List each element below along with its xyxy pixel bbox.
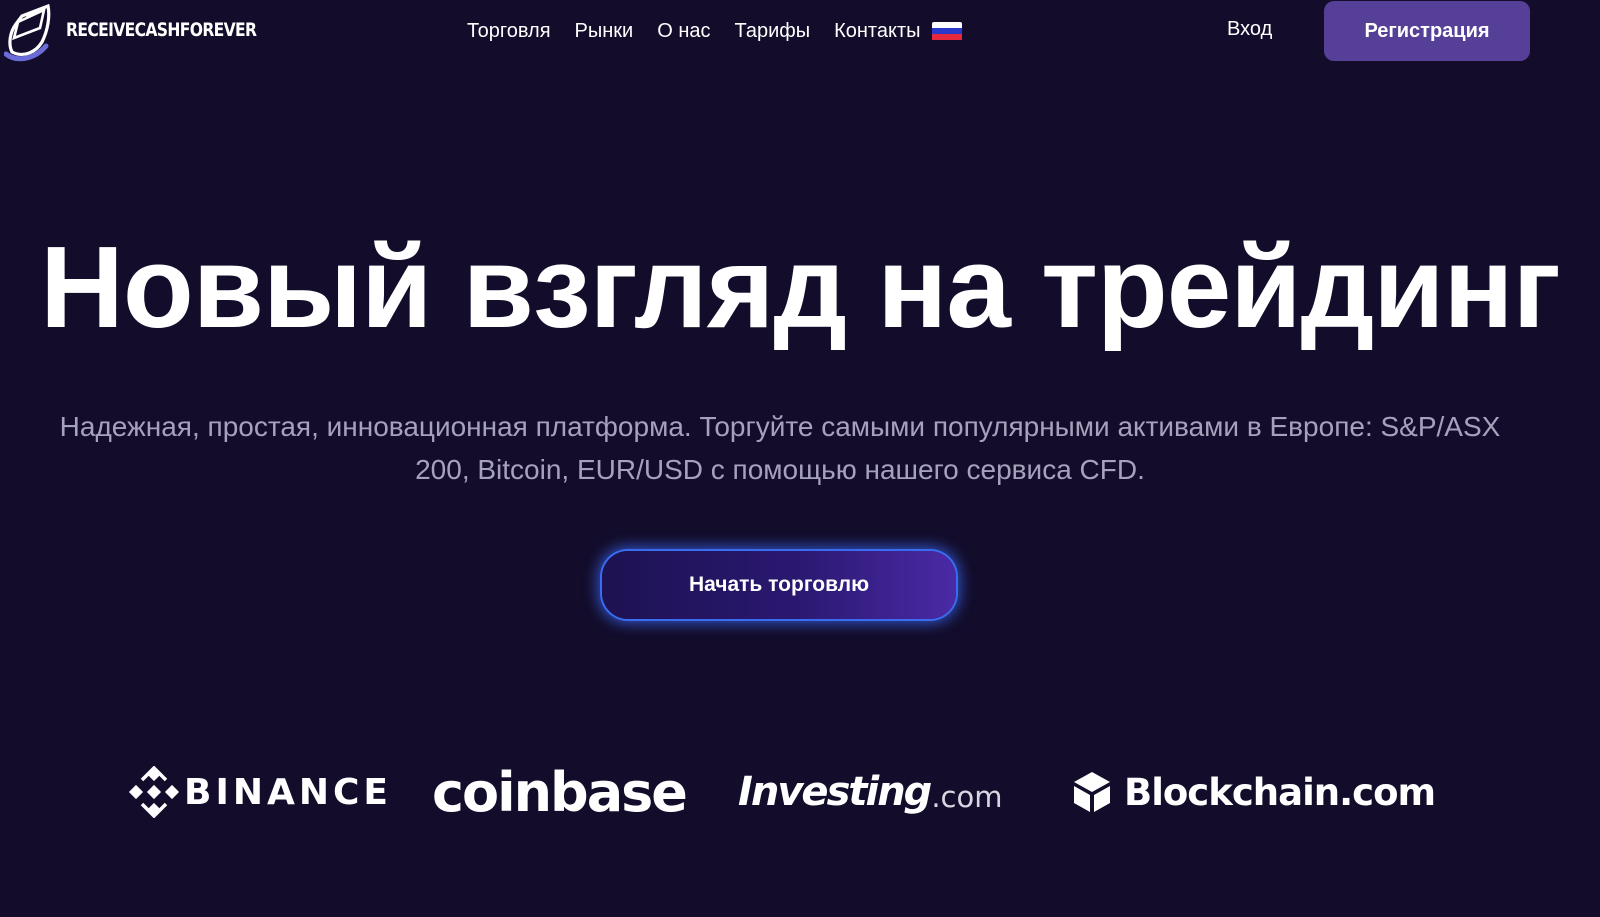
blockchain-cube-icon [1074,772,1110,812]
coinbase-wordmark: coinbase [432,760,688,824]
site-header: RECEIVECASHFOREVER Торговля Рынки О нас … [0,0,1600,64]
nav-item-about[interactable]: О нас [657,20,710,43]
nav-item-contacts[interactable]: Контакты [834,20,920,43]
nav-item-trading[interactable]: Торговля [467,20,551,43]
hero-title: Новый взгляд на трейдинг [40,222,1561,352]
main-nav: Торговля Рынки О нас Тарифы Контакты [467,16,963,46]
brand-name: RECEIVECASHFOREVER [66,19,257,41]
partner-logo-binance: BINANCE [128,764,392,820]
register-button[interactable]: Регистрация [1324,1,1530,61]
nav-item-markets[interactable]: Рынки [575,20,634,43]
investing-wordmark: Investing [738,769,932,815]
binance-diamond-icon [128,766,180,818]
partner-logo-blockchain: Blockchain.com [1070,764,1436,820]
hero-subtitle: Надежная, простая, инновационная платфор… [59,411,1501,485]
investing-domain-suffix: .com [931,780,1003,814]
shield-card-icon [4,3,51,62]
login-link[interactable]: Вход [1227,18,1272,41]
partner-logo-investing: Investing .com [738,764,1002,820]
binance-wordmark: BINANCE [184,771,392,813]
flag-ru-icon[interactable] [932,21,963,41]
landing-page: RECEIVECASHFOREVER Торговля Рынки О нас … [0,0,1600,917]
partner-logo-coinbase: coinbase [432,760,688,824]
blockchain-wordmark: Blockchain.com [1124,770,1436,814]
start-trading-button[interactable]: Начать торговлю [602,551,956,619]
nav-item-pricing[interactable]: Тарифы [735,20,811,43]
brand-logo[interactable]: RECEIVECASHFOREVER [4,2,298,62]
